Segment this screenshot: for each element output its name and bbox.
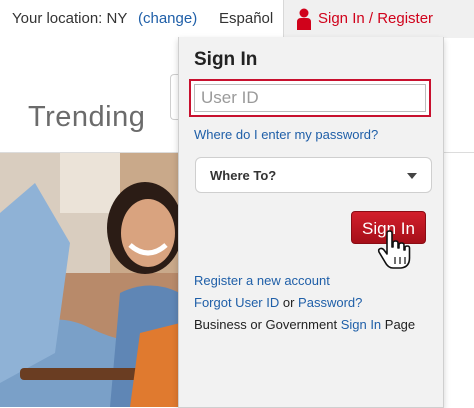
- business-signin-line: Business or Government Sign In Page: [194, 317, 415, 332]
- signin-dropdown-panel: Sign In Where do I enter my password? Wh…: [178, 37, 444, 408]
- biz-prefix: Business or Government: [194, 317, 341, 332]
- where-password-link[interactable]: Where do I enter my password?: [194, 127, 378, 142]
- language-link[interactable]: Español: [219, 10, 273, 27]
- biz-suffix: Page: [381, 317, 416, 332]
- change-location-link[interactable]: (change): [138, 10, 197, 27]
- userid-field-frame: [189, 79, 431, 117]
- hero-photo: [0, 153, 180, 407]
- where-to-label: Where To?: [210, 168, 277, 183]
- forgot-userid-link[interactable]: Forgot User ID: [194, 295, 279, 310]
- forgot-password-link[interactable]: Password?: [298, 295, 362, 310]
- trending-heading: Trending: [28, 101, 146, 133]
- top-bar: Your location: NY (change) Español Sign …: [0, 0, 474, 38]
- business-signin-link[interactable]: Sign In: [341, 317, 381, 332]
- signin-register-tab[interactable]: Sign In / Register: [283, 0, 474, 38]
- userid-input[interactable]: [194, 84, 426, 112]
- panel-title: Sign In: [194, 49, 258, 70]
- person-icon: [297, 8, 311, 30]
- forgot-credentials-line: Forgot User ID or Password?: [194, 295, 362, 310]
- hand-cursor-icon: [377, 230, 411, 269]
- register-account-link[interactable]: Register a new account: [194, 273, 330, 288]
- where-to-select[interactable]: Where To?: [195, 157, 432, 193]
- signin-register-label: Sign In / Register: [318, 10, 434, 27]
- location-label: Your location: NY: [12, 10, 128, 27]
- or-text: or: [279, 295, 299, 310]
- caret-down-icon: [407, 173, 417, 179]
